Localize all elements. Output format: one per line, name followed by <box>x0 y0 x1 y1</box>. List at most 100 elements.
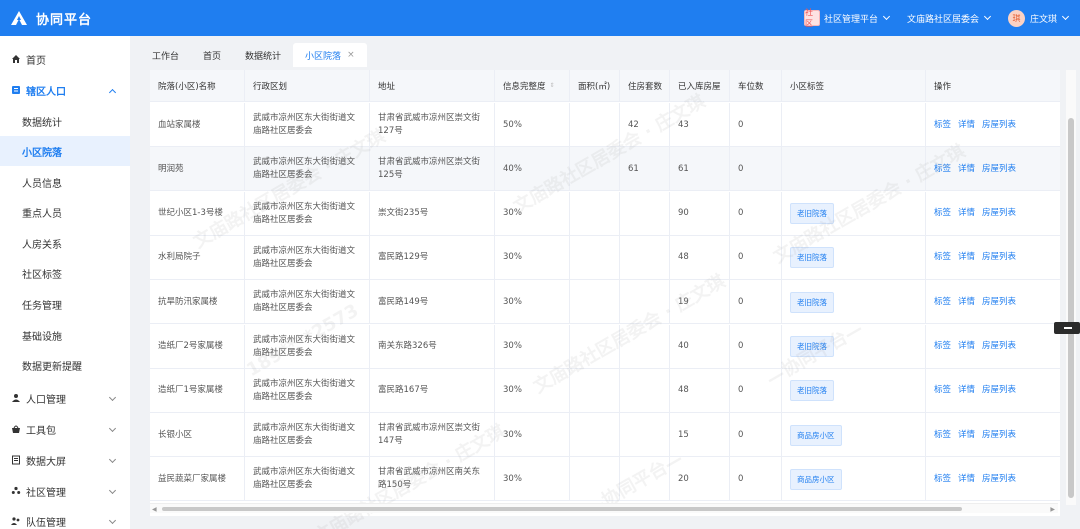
table-row[interactable]: 造纸厂1号家属楼 武威市凉州区东大街街道文庙路社区居委会 富民路167号 30% 48 0… <box>150 368 1060 413</box>
tag-link[interactable]: 标签 <box>934 207 951 220</box>
compound-tag-badge: 老旧院落 <box>790 291 834 313</box>
house-list-link[interactable]: 房屋列表 <box>982 207 1016 220</box>
table-row[interactable]: 水利局院子 武威市凉州区东大街街道文庙路社区居委会 富民路129号 30% 48 0 老旧院… <box>150 235 1060 280</box>
people-icon <box>11 486 21 494</box>
cell-area <box>570 103 620 147</box>
scrollbar-thumb[interactable] <box>162 507 962 511</box>
sidebar-item-community-tags[interactable]: 社区标签 <box>0 258 130 288</box>
sidebar-item-key-persons[interactable]: 重点人员 <box>0 197 130 227</box>
top-header: 协同平台 社区 社区管理平台 文庙路社区居委会 琪 庄文琪 <box>0 0 1080 36</box>
sort-icon[interactable]: ⇕ <box>550 83 555 89</box>
cell-address: 富民路149号 <box>370 280 495 325</box>
committee-switcher[interactable]: 文庙路社区居委会 <box>907 12 992 25</box>
tag-link[interactable]: 标签 <box>934 340 951 353</box>
horizontal-scrollbar[interactable]: ◀ ▶ <box>150 503 1058 513</box>
sidebar-item-update-reminder[interactable]: 数据更新提醒 <box>0 350 130 380</box>
scroll-left-icon[interactable]: ◀ <box>152 506 157 513</box>
cell-actions: 标签 详情 房屋列表 <box>926 103 1060 147</box>
house-list-link[interactable]: 房屋列表 <box>982 251 1016 264</box>
column-header-completeness[interactable]: 信息完整度 ⇕ <box>495 70 570 102</box>
house-list-link[interactable]: 房屋列表 <box>982 340 1016 353</box>
tab-compounds[interactable]: 小区院落 × <box>293 43 367 67</box>
detail-link[interactable]: 详情 <box>958 207 975 220</box>
sidebar-item-persons[interactable]: 人员信息 <box>0 167 130 197</box>
cell-parking: 0 <box>730 280 782 325</box>
cell-district: 武威市凉州区东大街街道文庙路社区居委会 <box>245 324 370 369</box>
cell-tag: 老旧院落 <box>782 324 926 369</box>
platform-switcher[interactable]: 社区 社区管理平台 <box>803 8 891 28</box>
scrollbar-thumb[interactable] <box>1068 118 1074 498</box>
cell-tag: 老旧院落 <box>782 280 926 325</box>
chevron-down-icon <box>882 12 891 21</box>
user-menu[interactable]: 琪 庄文琪 <box>1007 9 1070 27</box>
sidebar-item-label: 小区院落 <box>22 147 62 159</box>
sidebar-item-tasks[interactable]: 任务管理 <box>0 289 130 319</box>
sidebar-item-community-mgmt[interactable]: 社区管理 <box>0 476 130 506</box>
sidebar-item-population[interactable]: 辖区人口 <box>0 75 130 105</box>
cell-district: 武威市凉州区东大街街道文庙路社区居委会 <box>245 103 370 147</box>
detail-link[interactable]: 详情 <box>958 384 975 397</box>
tag-link[interactable]: 标签 <box>934 296 951 309</box>
close-icon[interactable]: × <box>347 50 355 60</box>
house-list-link[interactable]: 房屋列表 <box>982 296 1016 309</box>
tag-link[interactable]: 标签 <box>934 429 951 442</box>
house-list-link[interactable]: 房屋列表 <box>982 384 1016 397</box>
detail-link[interactable]: 详情 <box>958 429 975 442</box>
table-row[interactable]: 血站家属楼 武威市凉州区东大街街道文庙路社区居委会 甘肃省武威市凉州区崇文街127号… <box>150 103 1060 147</box>
cell-housing <box>620 324 670 369</box>
tag-link[interactable]: 标签 <box>934 163 951 176</box>
tag-link[interactable]: 标签 <box>934 384 951 397</box>
tag-link[interactable]: 标签 <box>934 251 951 264</box>
column-header-district: 行政区划 <box>245 70 370 102</box>
tab-statistics[interactable]: 数据统计 <box>233 43 293 67</box>
detail-link[interactable]: 详情 <box>958 119 975 132</box>
side-panel-handle[interactable] <box>1054 322 1080 334</box>
tab-home[interactable]: 首页 <box>191 43 233 67</box>
house-list-link[interactable]: 房屋列表 <box>982 429 1016 442</box>
column-header-tag: 小区标签 <box>782 70 926 102</box>
chevron-down-icon <box>108 424 117 433</box>
detail-link[interactable]: 详情 <box>958 296 975 309</box>
sidebar-item-compounds[interactable]: 小区院落 <box>0 136 130 166</box>
vertical-scrollbar[interactable] <box>1066 70 1076 505</box>
table-row[interactable]: 长银小区 武威市凉州区东大街街道文庙路社区居委会 甘肃省武威市凉州区崇文街147号 3… <box>150 413 1060 458</box>
table-row[interactable]: 造纸厂2号家属楼 武威市凉州区东大街街道文庙路社区居委会 南关东路326号 30% 40… <box>150 324 1060 369</box>
sidebar-item-data-screen[interactable]: 数据大屏 <box>0 445 130 475</box>
table-row[interactable]: 益民蔬菜厂家属楼 武威市凉州区东大街街道文庙路社区居委会 甘肃省武威市凉州区南关东路… <box>150 457 1060 502</box>
cell-district: 武威市凉州区东大街街道文庙路社区居委会 <box>245 191 370 236</box>
table-row[interactable]: 明润苑 武威市凉州区东大街街道文庙路社区居委会 甘肃省武威市凉州区崇文街125号 40… <box>150 147 1060 192</box>
cell-name: 长银小区 <box>150 413 245 458</box>
chevron-down-icon <box>108 393 117 402</box>
tab-workbench[interactable]: 工作台 <box>140 43 191 67</box>
sidebar-item-person-house[interactable]: 人房关系 <box>0 228 130 258</box>
detail-link[interactable]: 详情 <box>958 473 975 486</box>
scroll-right-icon[interactable]: ▶ <box>1050 506 1055 513</box>
cell-area <box>570 147 620 192</box>
cell-actions: 标签 详情 房屋列表 <box>926 369 1060 413</box>
cell-name: 血站家属楼 <box>150 103 245 147</box>
sidebar-item-home[interactable]: 首页 <box>0 44 130 74</box>
sidebar-item-label: 数据大屏 <box>26 456 66 468</box>
sidebar-item-population-mgmt[interactable]: 人口管理 <box>0 383 130 413</box>
column-header-name: 院落(小区)名称 <box>150 70 245 102</box>
detail-link[interactable]: 详情 <box>958 251 975 264</box>
detail-link[interactable]: 详情 <box>958 340 975 353</box>
tag-link[interactable]: 标签 <box>934 119 951 132</box>
tag-link[interactable]: 标签 <box>934 473 951 486</box>
sidebar-item-label: 数据更新提醒 <box>22 361 82 373</box>
table-row[interactable]: 世纪小区1-3号楼 武威市凉州区东大街街道文庙路社区居委会 崇文街235号 30% 90… <box>150 191 1060 236</box>
sidebar-item-statistics[interactable]: 数据统计 <box>0 106 130 136</box>
detail-link[interactable]: 详情 <box>958 163 975 176</box>
table-row[interactable]: 抗旱防汛家属楼 武威市凉州区东大街街道文庙路社区居委会 富民路149号 30% 19 0 老… <box>150 280 1060 325</box>
brand[interactable]: 协同平台 <box>0 9 160 28</box>
cell-name: 抗旱防汛家属楼 <box>150 280 245 325</box>
sidebar-item-label: 首页 <box>26 55 46 67</box>
house-list-link[interactable]: 房屋列表 <box>982 473 1016 486</box>
sidebar-item-toolkit[interactable]: 工具包 <box>0 414 130 444</box>
cell-area <box>570 191 620 236</box>
house-list-link[interactable]: 房屋列表 <box>982 163 1016 176</box>
sidebar-item-label: 辖区人口 <box>26 86 66 98</box>
sidebar-item-infrastructure[interactable]: 基础设施 <box>0 320 130 350</box>
sidebar-item-team-mgmt[interactable]: 队伍管理 <box>0 506 130 529</box>
house-list-link[interactable]: 房屋列表 <box>982 119 1016 132</box>
